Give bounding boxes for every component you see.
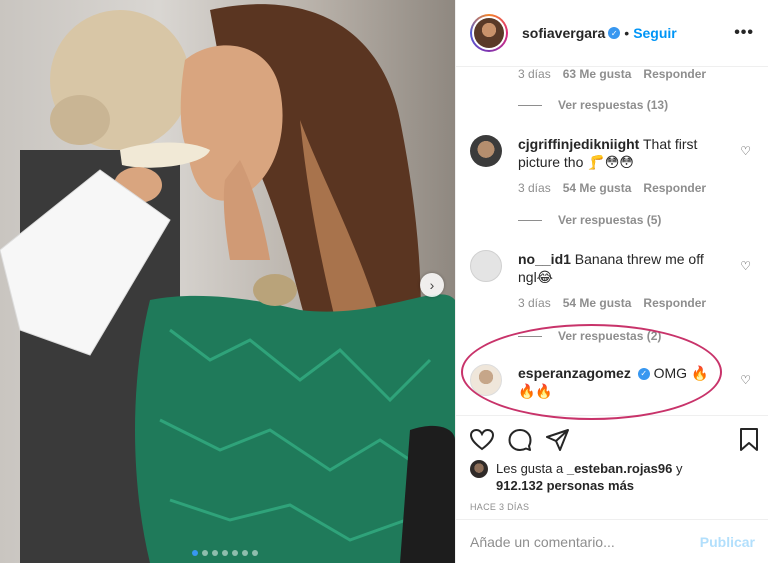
post-timestamp[interactable]: HACE 3 DÍAS: [456, 494, 768, 520]
likes-count[interactable]: 912.132 personas más: [496, 478, 634, 493]
commenter-username[interactable]: cjgriffinjedikniight: [518, 136, 639, 152]
view-replies-button[interactable]: Ver respuestas (5): [518, 213, 661, 227]
carousel-dots: [192, 550, 258, 556]
bookmark-icon[interactable]: [739, 428, 759, 452]
likes-conjunction: y: [675, 461, 683, 476]
chevron-right-icon: ›: [429, 277, 435, 293]
comment-item: no__id1 Banana threw me off ngl😂: [470, 250, 760, 286]
heart-icon[interactable]: [470, 429, 494, 451]
comment-likes[interactable]: 54 Me gusta: [563, 181, 632, 195]
comment-meta: 3 días 54 Me gusta Responder: [518, 296, 706, 310]
likes-summary: Les gusta a _esteban.rojas96 y 912.132 p…: [456, 456, 768, 494]
comment-likes[interactable]: 63 Me gusta: [563, 67, 632, 81]
photo-illustration: [0, 4, 455, 563]
post-actions: Les gusta a _esteban.rojas96 y 912.132 p…: [456, 415, 768, 519]
carousel-dot: [252, 550, 258, 556]
comment-item: cjgriffinjedikniight That first picture …: [470, 135, 760, 171]
likes-prefix: Les gusta a: [496, 461, 564, 476]
carousel-dot: [212, 550, 218, 556]
commenter-avatar[interactable]: [470, 250, 502, 282]
more-options-icon[interactable]: •••: [734, 24, 754, 42]
comment-item: esperanzagomez ✓ OMG 🔥🔥🔥: [470, 364, 760, 400]
commenter-username[interactable]: esperanzagomez: [518, 365, 631, 381]
post-header: sofiavergara ✓ • Seguir •••: [456, 0, 768, 67]
comment-heart-icon[interactable]: ♡: [740, 144, 751, 158]
post-side-panel: sofiavergara ✓ • Seguir ••• 3 días 63 Me…: [455, 0, 768, 563]
reply-button[interactable]: Responder: [643, 296, 706, 310]
reply-button[interactable]: Responder: [643, 181, 706, 195]
commenter-avatar[interactable]: [470, 364, 502, 396]
share-icon[interactable]: [546, 429, 570, 451]
comment-likes[interactable]: 54 Me gusta: [563, 296, 632, 310]
comment-input[interactable]: [470, 533, 700, 550]
comment-heart-icon[interactable]: ♡: [740, 259, 751, 273]
post-photo[interactable]: ›: [0, 0, 455, 563]
verified-icon: ✓: [637, 368, 650, 381]
comment-meta: 3 días 63 Me gusta Responder: [518, 67, 706, 81]
view-replies-button[interactable]: Ver respuestas (2): [518, 329, 661, 343]
add-comment-bar: Publicar: [456, 519, 768, 563]
comment-meta: 3 días 54 Me gusta Responder: [518, 181, 706, 195]
view-replies-button[interactable]: Ver respuestas (13): [518, 98, 668, 112]
author-avatar[interactable]: [470, 14, 508, 52]
comment-age: 3 días: [518, 181, 551, 195]
commenter-username[interactable]: no__id1: [518, 251, 571, 267]
comment-age: 3 días: [518, 296, 551, 310]
comment-heart-icon[interactable]: ♡: [740, 373, 751, 387]
carousel-next-button[interactable]: ›: [420, 273, 444, 297]
reply-button[interactable]: Responder: [643, 67, 706, 81]
author-username[interactable]: sofiavergara: [522, 25, 605, 41]
follow-button[interactable]: Seguir: [633, 25, 677, 41]
comment-icon[interactable]: [508, 429, 532, 451]
header-separator: •: [624, 25, 630, 41]
verified-icon: ✓: [608, 27, 621, 39]
carousel-dot: [222, 550, 228, 556]
commenter-avatar[interactable]: [470, 135, 502, 167]
liker-avatar[interactable]: [470, 460, 488, 478]
carousel-dot-active: [192, 550, 198, 556]
carousel-dot: [202, 550, 208, 556]
liker-username[interactable]: _esteban.rojas96: [567, 461, 673, 476]
comments-list[interactable]: 3 días 63 Me gusta Responder Ver respues…: [456, 67, 768, 415]
comment-age: 3 días: [518, 67, 551, 81]
carousel-dot: [242, 550, 248, 556]
carousel-dot: [232, 550, 238, 556]
publish-button[interactable]: Publicar: [700, 534, 755, 550]
